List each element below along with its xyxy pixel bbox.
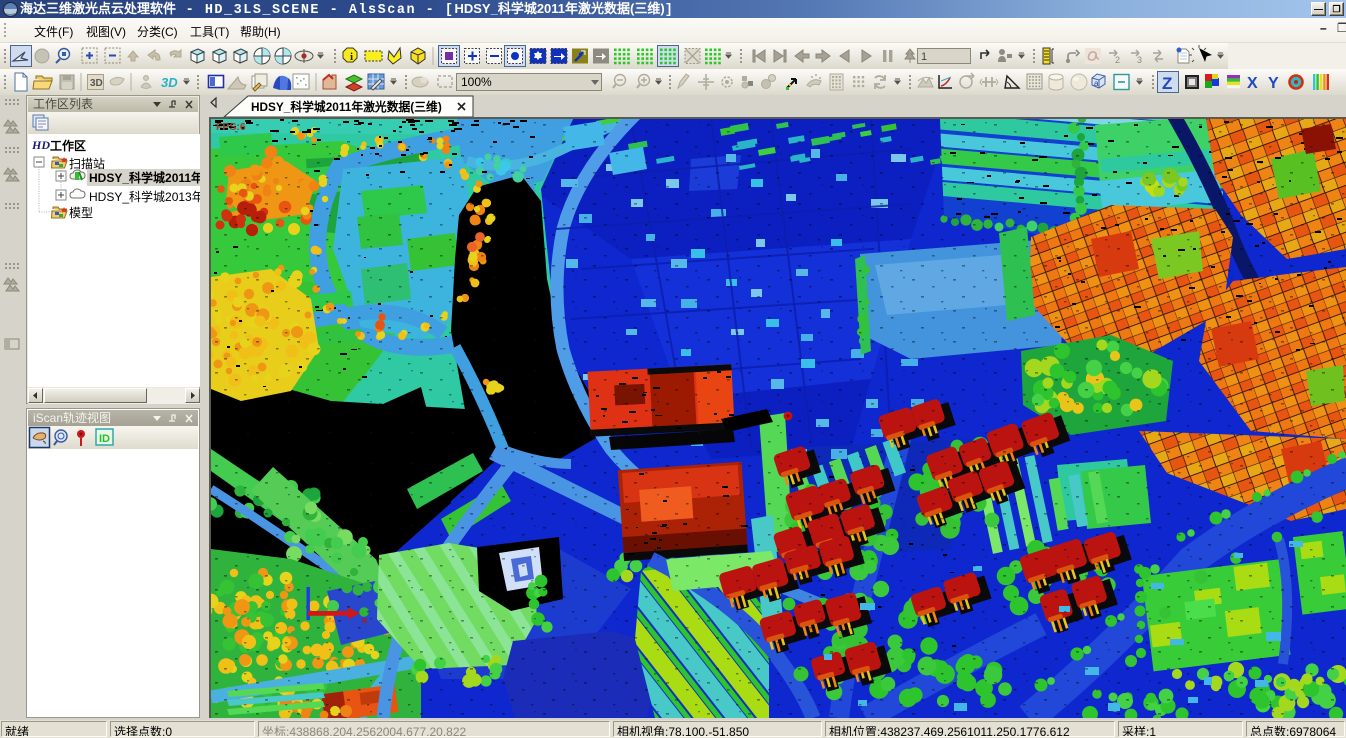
svg-text:a: a xyxy=(1094,79,1099,88)
svg-text:HD: HD xyxy=(31,138,50,152)
svg-text:FPS:6: FPS:6 xyxy=(216,121,246,133)
svg-text:HDSY_科学城2011年激光数据(三维): HDSY_科学城2011年激光数据(三维) xyxy=(251,100,442,114)
svg-text:3: 3 xyxy=(1137,55,1142,65)
svg-text:Z: Z xyxy=(1162,74,1172,93)
svg-text:X: X xyxy=(1247,75,1258,92)
svg-text:1: 1 xyxy=(921,51,927,63)
svg-text:ID: ID xyxy=(99,433,110,445)
svg-text:100%: 100% xyxy=(461,75,492,89)
svg-text:3D: 3D xyxy=(90,78,103,89)
svg-text:3D: 3D xyxy=(161,75,178,90)
svg-text:Y: Y xyxy=(1268,75,1279,92)
svg-text:i: i xyxy=(350,51,353,63)
svg-text:2: 2 xyxy=(1115,55,1120,65)
